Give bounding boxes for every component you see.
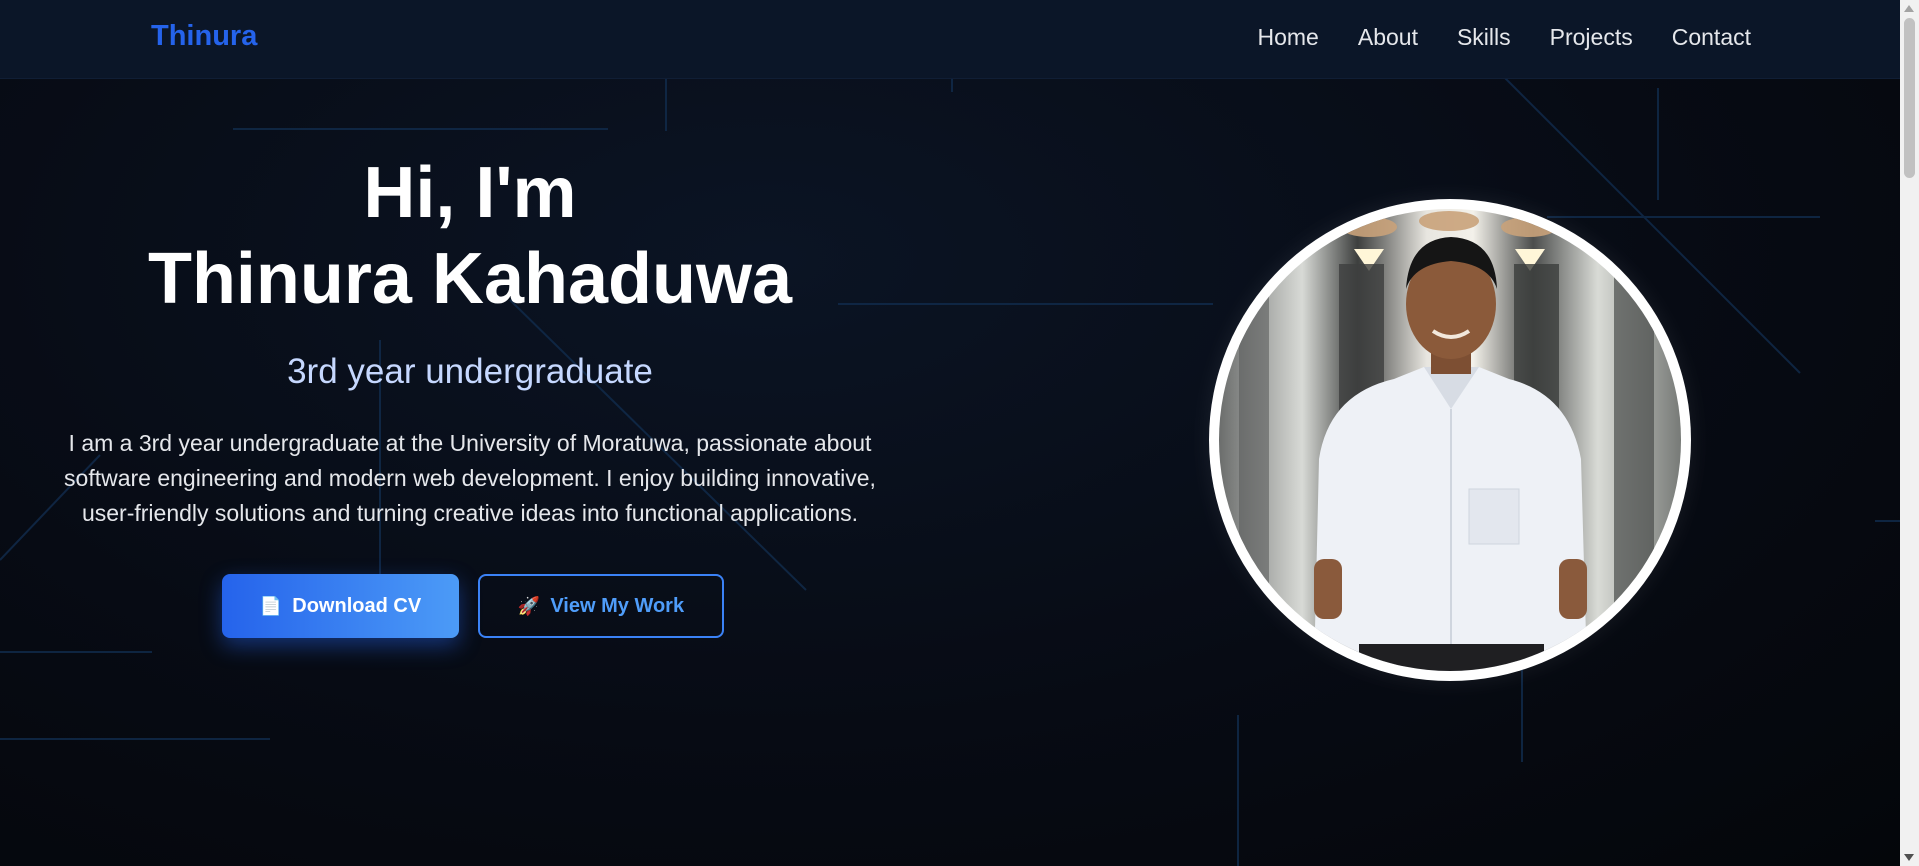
hero-buttons: 📄 Download CV 🚀 View My Work <box>60 574 880 638</box>
nav-link-home[interactable]: Home <box>1258 24 1319 51</box>
nav-link-skills[interactable]: Skills <box>1457 24 1511 51</box>
portfolio-page: Thinura Home About Skills Projects Conta… <box>0 0 1919 866</box>
download-cv-button[interactable]: 📄 Download CV <box>222 574 459 638</box>
hero-description: I am a 3rd year undergraduate at the Uni… <box>64 430 876 526</box>
profile-photo-frame <box>1209 199 1691 681</box>
view-my-work-button[interactable]: 🚀 View My Work <box>478 574 724 638</box>
hero-greeting: Hi, I'm <box>363 153 577 233</box>
hero-subtitle: 3rd year undergraduate <box>287 352 653 391</box>
scroll-up-arrow-icon[interactable] <box>1904 5 1914 12</box>
rocket-icon: 🚀 <box>517 595 541 616</box>
view-my-work-label: View My Work <box>550 594 685 617</box>
hero-intro: Hi, I'm Thinura Kahaduwa 3rd year underg… <box>60 150 880 638</box>
nav-links: Home About Skills Projects Contact <box>1258 24 1752 51</box>
download-cv-label: Download CV <box>292 594 422 617</box>
vertical-scrollbar[interactable] <box>1900 0 1919 866</box>
scroll-down-arrow-icon[interactable] <box>1904 854 1914 861</box>
profile-photo-illustration <box>1239 211 1654 671</box>
hero-name: Thinura Kahaduwa <box>147 239 793 319</box>
scroll-thumb[interactable] <box>1904 18 1915 178</box>
top-navbar: Thinura Home About Skills Projects Conta… <box>0 0 1900 79</box>
document-icon: 📄 <box>259 595 283 616</box>
nav-link-projects[interactable]: Projects <box>1550 24 1633 51</box>
nav-link-about[interactable]: About <box>1358 24 1418 51</box>
profile-photo <box>1219 209 1681 671</box>
brand-logo[interactable]: Thinura <box>151 20 257 53</box>
nav-link-contact[interactable]: Contact <box>1672 24 1751 51</box>
